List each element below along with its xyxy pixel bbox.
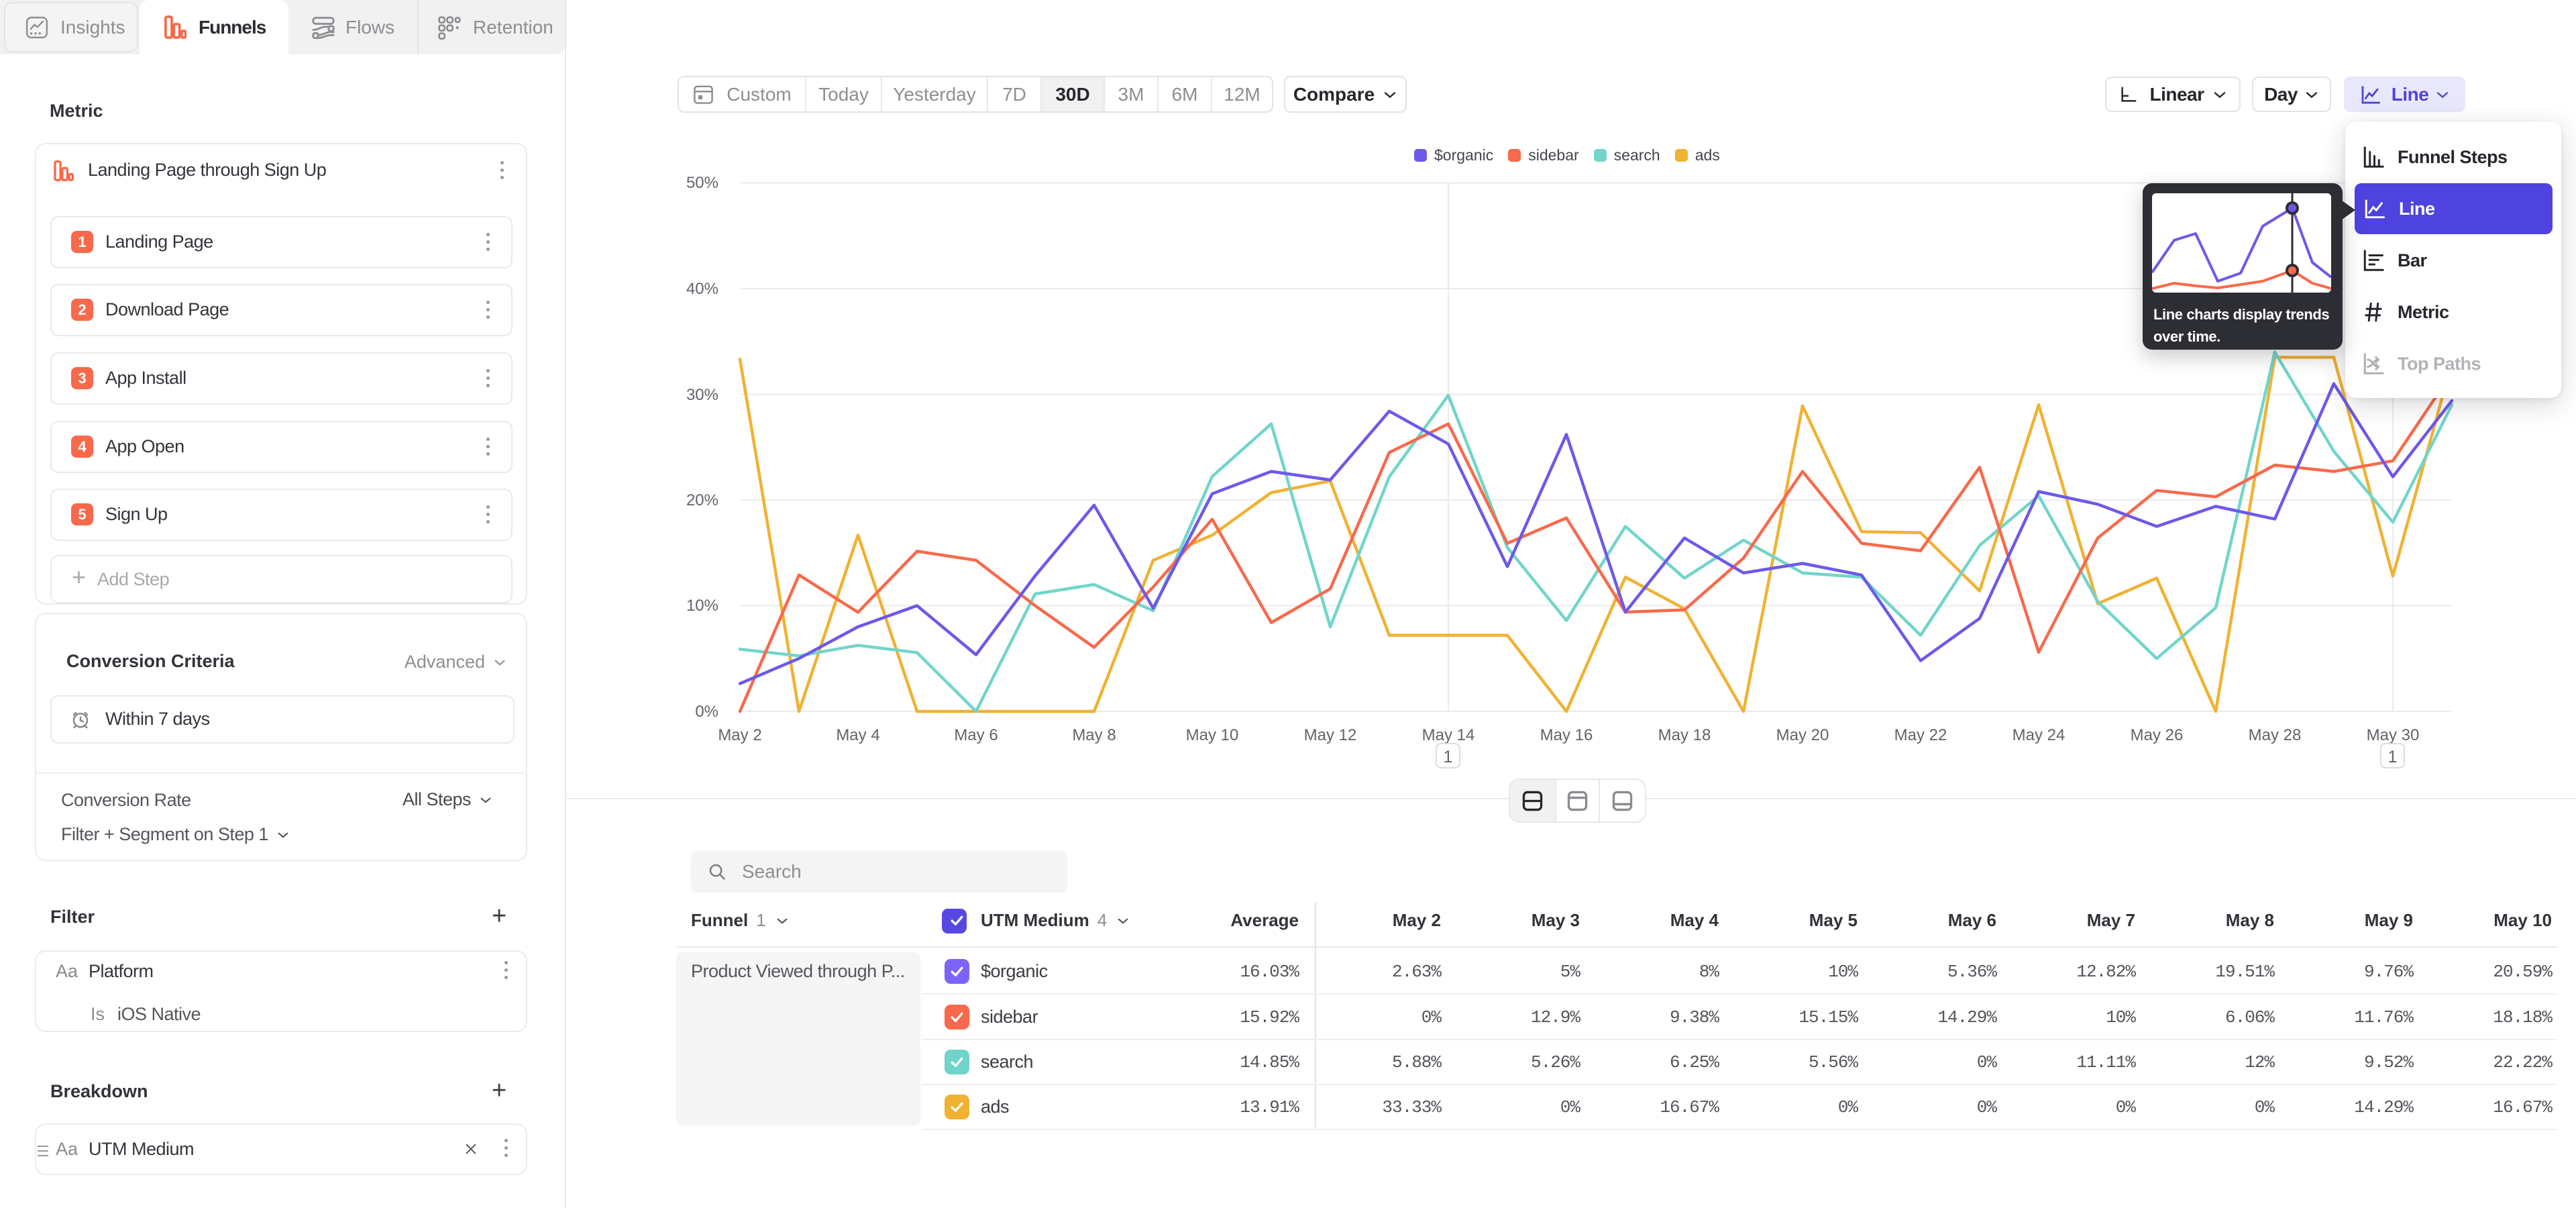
svg-text:May 28: May 28 <box>2249 726 2302 744</box>
svg-text:May 30: May 30 <box>2367 726 2420 744</box>
svg-text:10%: 10% <box>686 597 718 615</box>
svg-text:May 6: May 6 <box>954 726 998 744</box>
svg-text:May 26: May 26 <box>2131 726 2184 744</box>
svg-text:May 20: May 20 <box>1776 726 1829 744</box>
svg-text:May 16: May 16 <box>1540 726 1593 744</box>
svg-text:May 4: May 4 <box>836 726 879 744</box>
svg-text:May 12: May 12 <box>1304 726 1357 744</box>
svg-text:May 18: May 18 <box>1658 726 1711 744</box>
svg-text:May 8: May 8 <box>1072 726 1116 744</box>
svg-text:May 14: May 14 <box>1422 726 1475 744</box>
svg-text:20%: 20% <box>686 491 718 509</box>
svg-text:May 22: May 22 <box>1894 726 1947 744</box>
svg-text:0%: 0% <box>695 703 718 721</box>
svg-text:May 10: May 10 <box>1186 726 1239 744</box>
svg-text:50%: 50% <box>686 174 718 192</box>
svg-text:30%: 30% <box>686 386 718 404</box>
svg-text:May 24: May 24 <box>2012 726 2065 744</box>
svg-text:May 2: May 2 <box>718 726 761 744</box>
svg-text:40%: 40% <box>686 280 718 298</box>
